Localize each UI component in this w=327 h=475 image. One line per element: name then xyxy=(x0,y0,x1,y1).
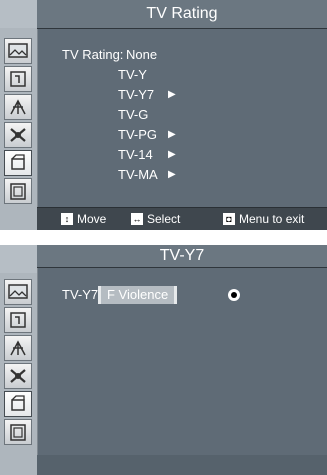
sidebar xyxy=(0,0,38,230)
picture-icon[interactable] xyxy=(4,38,32,64)
rating-content: TV Rating: None TV-Y TV-Y7 ▶ TV-G TV-PG … xyxy=(38,29,327,208)
tv-y7-menu: TV-Y7 TV-Y7: F Violence xyxy=(0,245,327,475)
select-hint: Select xyxy=(147,212,181,226)
rating-item-tv-pg[interactable]: TV-PG xyxy=(118,127,157,142)
sidebar xyxy=(0,245,38,475)
footer-bar xyxy=(37,455,327,475)
rating-item-tv-y7[interactable]: TV-Y7 xyxy=(118,87,154,102)
channel-icon[interactable] xyxy=(4,94,32,120)
channel-icon[interactable] xyxy=(4,335,32,361)
sidebar-header xyxy=(0,0,37,28)
rating-value: None xyxy=(126,47,158,62)
move-hint: Move xyxy=(77,212,107,226)
f-violence-option[interactable]: F Violence xyxy=(98,286,178,304)
page-title: TV-Y7 xyxy=(37,245,327,268)
rating-item-tv-y[interactable]: TV-Y xyxy=(118,67,147,82)
exit-hint: Menu to exit xyxy=(239,212,305,226)
submenu-arrow-icon: ▶ xyxy=(168,89,176,100)
guide-icon[interactable] xyxy=(4,419,32,445)
selected-radio-icon[interactable] xyxy=(228,289,240,301)
tv-y7-content: TV-Y7: xyxy=(38,268,327,455)
setup-icon[interactable] xyxy=(4,122,32,148)
tv-rating-menu: TV Rating TV Rating: None TV-Y TV-Y7 ▶ T… xyxy=(0,0,327,230)
setup-icon[interactable] xyxy=(4,363,32,389)
submenu-arrow-icon: ▶ xyxy=(168,149,176,160)
move-arrows-icon: ↕ xyxy=(61,213,73,225)
rating-item-tv-14[interactable]: TV-14 xyxy=(118,147,153,162)
rating-item-tv-ma[interactable]: TV-MA xyxy=(118,167,158,182)
submenu-arrow-icon: ▶ xyxy=(168,129,176,140)
rating-item-tv-g[interactable]: TV-G xyxy=(118,107,148,122)
rating-label: TV Rating: xyxy=(62,47,124,62)
sidebar-header xyxy=(0,245,37,273)
select-arrows-icon: ↔ xyxy=(131,213,143,225)
guide-icon[interactable] xyxy=(4,178,32,204)
submenu-arrow-icon: ▶ xyxy=(168,169,176,180)
field-label: TV-Y7: xyxy=(62,287,102,302)
input-icon[interactable] xyxy=(4,391,32,417)
footer-hints: ↕ Move ↔ Select ◘ Menu to exit xyxy=(37,207,327,230)
page-title: TV Rating xyxy=(37,0,327,29)
sound-icon[interactable] xyxy=(4,307,32,333)
menu-button-icon: ◘ xyxy=(223,213,235,225)
sound-icon[interactable] xyxy=(4,66,32,92)
picture-icon[interactable] xyxy=(4,279,32,305)
input-icon[interactable] xyxy=(4,150,32,176)
